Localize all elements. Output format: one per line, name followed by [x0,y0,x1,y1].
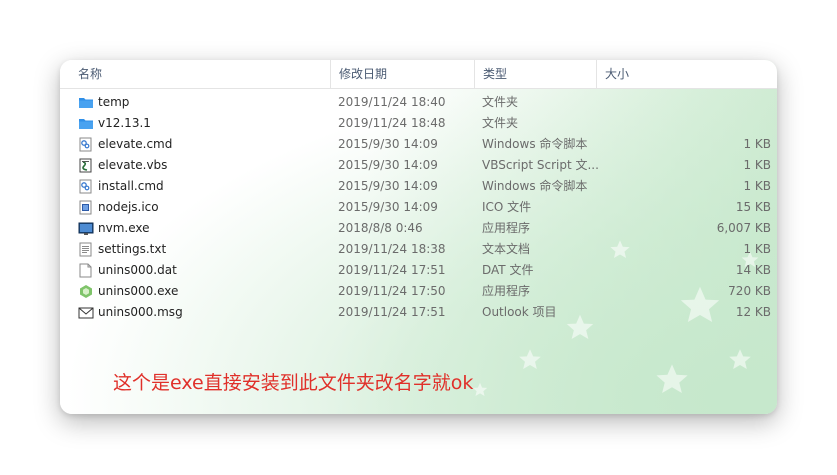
file-type: VBScript Script 文... [482,158,599,172]
mail-icon [78,305,94,320]
column-header-modified-label: 修改日期 [339,67,388,81]
file-modified-date: 2019/11/24 18:38 [338,242,446,256]
file-type: 应用程序 [482,284,531,298]
file-type: Windows 命令脚本 [482,137,588,151]
file-type: 文件夹 [482,116,519,130]
file-list: temp 2019/11/24 18:40 文件夹 v12.13.1 2019/11/2… [60,92,777,323]
file-type: Outlook 项目 [482,305,557,319]
file-modified-date: 2015/9/30 14:09 [338,158,438,172]
column-header-bar: 名称 ⌃ 修改日期 类型 大小 [60,60,777,89]
file-type: 文件夹 [482,95,519,109]
cmd-script-icon [78,179,94,194]
file-type: Windows 命令脚本 [482,179,588,193]
file-row[interactable]: v12.13.1 2019/11/24 18:48 文件夹 [60,113,777,134]
column-header-name-label: 名称 [78,67,103,81]
file-row[interactable]: unins000.msg 2019/11/24 17:51 Outlook 项目 12… [60,302,777,323]
text-file-icon [78,242,94,257]
star-shape [729,349,751,369]
star-shape [519,349,541,369]
column-header-type[interactable]: 类型 [475,60,597,88]
file-name: unins000.exe [98,284,179,298]
file-size: 1 KB [743,179,771,193]
file-name: nvm.exe [98,221,150,235]
folder-icon [78,116,94,131]
file-modified-date: 2019/11/24 18:48 [338,116,446,130]
file-row[interactable]: install.cmd 2015/9/30 14:09 Windows 命令脚本 1 … [60,176,777,197]
cmd-script-icon [78,137,94,152]
file-size: 12 KB [735,305,771,319]
file-modified-date: 2019/11/24 17:51 [338,305,446,319]
file-name: temp [98,95,130,109]
file-row[interactable]: nodejs.ico 2015/9/30 14:09 ICO 文件 15 KB [60,197,777,218]
file-type: DAT 文件 [482,263,534,277]
star-shape [472,382,488,396]
column-header-name[interactable]: 名称 ⌃ [60,60,331,88]
file-type: 文本文档 [482,242,531,256]
file-name: v12.13.1 [98,116,151,130]
file-explorer-window: 名称 ⌃ 修改日期 类型 大小 temp 2019/11/24 18:40 文件夹 v… [60,60,777,414]
file-row[interactable]: unins000.dat 2019/11/24 17:51 DAT 文件 14 KB [60,260,777,281]
file-row[interactable]: nvm.exe 2018/8/8 0:46 应用程序 6,007 KB [60,218,777,239]
file-size: 6,007 KB [716,221,771,235]
file-name: unins000.msg [98,305,183,319]
file-row[interactable]: settings.txt 2019/11/24 18:38 文本文档 1 KB [60,239,777,260]
file-name: unins000.dat [98,263,177,277]
annotation-text: 这个是exe直接安装到此文件夹改名字就ok [113,372,474,394]
column-header-size-label: 大小 [605,67,630,81]
file-size: 1 KB [743,137,771,151]
vbscript-icon [78,158,94,173]
file-modified-date: 2019/11/24 18:40 [338,95,446,109]
file-name: elevate.cmd [98,137,173,151]
file-size: 1 KB [743,158,771,172]
file-size: 14 KB [735,263,771,277]
file-type: ICO 文件 [482,200,532,214]
file-name: settings.txt [98,242,167,256]
file-row[interactable]: elevate.cmd 2015/9/30 14:09 Windows 命令脚本 1 … [60,134,777,155]
folder-icon [78,95,94,110]
file-size: 1 KB [743,242,771,256]
column-header-size[interactable]: 大小 [597,60,777,88]
application-icon [78,221,94,236]
file-name: nodejs.ico [98,200,159,214]
file-size: 720 KB [728,284,771,298]
file-modified-date: 2015/9/30 14:09 [338,179,438,193]
file-name: install.cmd [98,179,164,193]
blank-file-icon [78,263,94,278]
image-file-icon [78,200,94,215]
file-modified-date: 2015/9/30 14:09 [338,137,438,151]
file-row[interactable]: temp 2019/11/24 18:40 文件夹 [60,92,777,113]
installer-icon [78,284,94,299]
file-name: elevate.vbs [98,158,168,172]
file-size: 15 KB [735,200,771,214]
star-shape [656,364,688,393]
file-modified-date: 2018/8/8 0:46 [338,221,423,235]
file-modified-date: 2019/11/24 17:51 [338,263,446,277]
file-row[interactable]: elevate.vbs 2015/9/30 14:09 VBScript Scrip… [60,155,777,176]
file-modified-date: 2015/9/30 14:09 [338,200,438,214]
file-modified-date: 2019/11/24 17:50 [338,284,446,298]
sort-ascending-icon: ⌃ [196,60,205,66]
file-type: 应用程序 [482,221,531,235]
column-header-type-label: 类型 [483,67,508,81]
column-header-modified[interactable]: 修改日期 [331,60,475,88]
file-row[interactable]: unins000.exe 2019/11/24 17:50 应用程序 720 KB [60,281,777,302]
